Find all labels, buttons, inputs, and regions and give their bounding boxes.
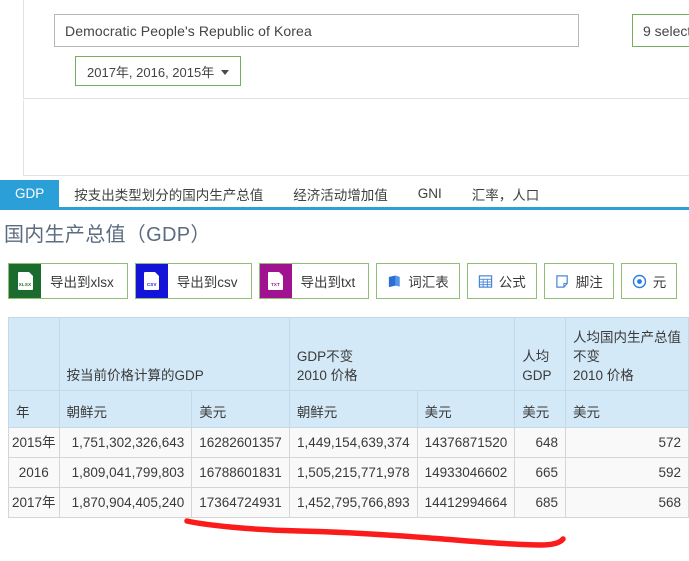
units-label: 元 [652, 275, 667, 290]
header-group-gdp-pc-constant-line1: 人均国内生产总值 [572, 330, 681, 345]
txt-chip-text: TXT [270, 282, 281, 287]
year-selector-label: 2017年, 2016, 2015年 [87, 64, 215, 80]
xlsx-chip-text: XLSX [18, 282, 32, 287]
table-row: 2017年 1,870,904,405,240 17364724931 1,45… [8, 487, 689, 518]
header-group-gdp-per-capita-line1: 人均 [522, 349, 550, 364]
header-group-gdp-pc-constant-line3: 2010 价格 [572, 368, 634, 383]
grid-icon [478, 274, 492, 288]
year-selector-dropdown[interactable]: 2017年, 2016, 2015年 [75, 56, 242, 86]
cell-constant-krw: 1,505,215,771,978 [288, 457, 418, 488]
book-icon [389, 275, 401, 287]
glossary-label: 词汇表 [408, 275, 449, 290]
target-icon [632, 274, 646, 288]
cell-pc-constant-usd: 572 [564, 427, 689, 458]
cell-current-usd: 16282601357 [191, 427, 290, 458]
units-button[interactable]: 元 [620, 263, 678, 299]
header-year-spacer [8, 317, 60, 391]
table-row: 2016 1,809,041,799,803 16788601831 1,505… [8, 457, 689, 488]
header-unit-current-krw: 朝鲜元 [58, 390, 193, 428]
cell-pc-usd: 648 [514, 427, 566, 458]
cell-current-krw: 1,809,041,799,803 [58, 457, 193, 488]
cell-constant-usd: 14933046602 [416, 457, 516, 488]
export-xlsx-label: 导出到xlsx [50, 275, 114, 290]
header-group-constant-gdp: GDP不变 2010 价格 [288, 317, 516, 391]
header-unit-pc-usd: 美元 [514, 390, 566, 428]
tab-gdp-label: GDP [15, 186, 45, 201]
cell-pc-usd: 665 [514, 457, 566, 488]
filter-panel: Democratic People's Republic of Korea 9 … [23, 0, 689, 99]
glossary-button[interactable]: 词汇表 [376, 263, 460, 299]
note-icon [556, 274, 568, 288]
export-toolbar: XLSX 导出到xlsx CSV 导出到csv TXT 导出到txt 词汇表 公… [8, 263, 678, 299]
export-txt-button[interactable]: TXT 导出到txt [258, 263, 370, 299]
tab-bar: GDP 按支出类型划分的国内生产总值 经济活动增加值 GNI 汇率，人口 [0, 180, 689, 210]
xlsx-file-icon: XLSX [9, 264, 41, 298]
tab-exchange-rate-population-label: 汇率，人口 [471, 187, 540, 203]
cell-pc-constant-usd: 592 [564, 457, 689, 488]
header-unit-constant-krw: 朝鲜元 [288, 390, 418, 428]
cell-year: 2015年 [8, 427, 60, 458]
cell-constant-usd: 14376871520 [416, 427, 516, 458]
header-group-gdp-pc-constant: 人均国内生产总值 不变 2010 价格 [564, 317, 689, 391]
formula-button[interactable]: 公式 [466, 263, 537, 299]
country-input-value: Democratic People's Republic of Korea [65, 22, 312, 39]
country-input[interactable]: Democratic People's Republic of Korea [54, 14, 579, 47]
table-header-unit-row: 年 朝鲜元 美元 朝鲜元 美元 美元 美元 [8, 390, 689, 428]
tab-value-added-by-activity[interactable]: 经济活动增加值 [278, 180, 403, 207]
header-unit-pc-constant-usd: 美元 [564, 390, 689, 428]
export-xlsx-button[interactable]: XLSX 导出到xlsx [8, 263, 128, 299]
export-csv-label: 导出到csv [176, 275, 238, 290]
cell-constant-usd: 14412994664 [416, 487, 516, 518]
formula-label: 公式 [498, 275, 526, 290]
header-unit-current-usd: 美元 [191, 390, 290, 428]
cell-current-usd: 17364724931 [191, 487, 290, 518]
table-row: 2015年 1,751,302,326,643 16282601357 1,44… [8, 427, 689, 458]
cell-constant-krw: 1,449,154,639,374 [288, 427, 418, 458]
tab-gni-label: GNI [417, 186, 442, 201]
cell-constant-krw: 1,452,795,766,893 [288, 487, 418, 518]
csv-file-icon: CSV [135, 264, 168, 298]
cell-year: 2017年 [8, 487, 60, 518]
csv-chip-text: CSV [146, 282, 157, 287]
selected-count-label: 9 selected [643, 22, 689, 39]
tab-gni[interactable]: GNI [403, 180, 457, 207]
table-header-group-row: 按当前价格计算的GDP GDP不变 2010 价格 人均 GDP 人均国内生产总… [8, 317, 689, 391]
gdp-data-table: 按当前价格计算的GDP GDP不变 2010 价格 人均 GDP 人均国内生产总… [8, 317, 689, 518]
tab-gdp-by-expenditure[interactable]: 按支出类型划分的国内生产总值 [59, 180, 278, 207]
header-group-constant-gdp-line1: GDP不变 [296, 349, 354, 364]
export-txt-label: 导出到txt [300, 275, 356, 290]
export-csv-button[interactable]: CSV 导出到csv [134, 263, 252, 299]
cell-current-krw: 1,870,904,405,240 [58, 487, 193, 518]
chevron-down-icon [221, 69, 230, 75]
table-body: 2015年 1,751,302,326,643 16282601357 1,44… [8, 427, 689, 518]
cell-pc-constant-usd: 568 [564, 487, 689, 518]
header-unit-constant-usd: 美元 [416, 390, 516, 428]
page-title: 国内生产总值（GDP） [4, 224, 211, 246]
header-group-gdp-pc-constant-line2: 不变 [572, 349, 600, 364]
tab-exchange-rate-population[interactable]: 汇率，人口 [457, 180, 555, 207]
tab-gdp[interactable]: GDP [0, 180, 60, 207]
cell-year: 2016 [8, 457, 60, 488]
tab-gdp-by-expenditure-label: 按支出类型划分的国内生产总值 [74, 187, 264, 203]
table-header: 按当前价格计算的GDP GDP不变 2010 价格 人均 GDP 人均国内生产总… [8, 317, 689, 428]
header-group-gdp-per-capita-line2: GDP [522, 368, 552, 383]
cell-current-usd: 16788601831 [191, 457, 290, 488]
footnote-button[interactable]: 脚注 [543, 263, 614, 299]
header-group-current-gdp: 按当前价格计算的GDP [58, 317, 290, 391]
cell-pc-usd: 685 [514, 487, 566, 518]
txt-file-icon: TXT [259, 264, 292, 298]
header-group-current-gdp-label: 按当前价格计算的GDP [66, 368, 204, 383]
filter-panel-body [23, 100, 689, 176]
footnote-label: 脚注 [575, 275, 603, 290]
header-group-constant-gdp-line2: 2010 价格 [296, 368, 358, 383]
cell-current-krw: 1,751,302,326,643 [58, 427, 193, 458]
tab-value-added-by-activity-label: 经济活动增加值 [293, 187, 388, 203]
selected-count-box[interactable]: 9 selected [632, 14, 689, 47]
header-year: 年 [8, 390, 60, 428]
header-group-gdp-per-capita: 人均 GDP [514, 317, 566, 391]
